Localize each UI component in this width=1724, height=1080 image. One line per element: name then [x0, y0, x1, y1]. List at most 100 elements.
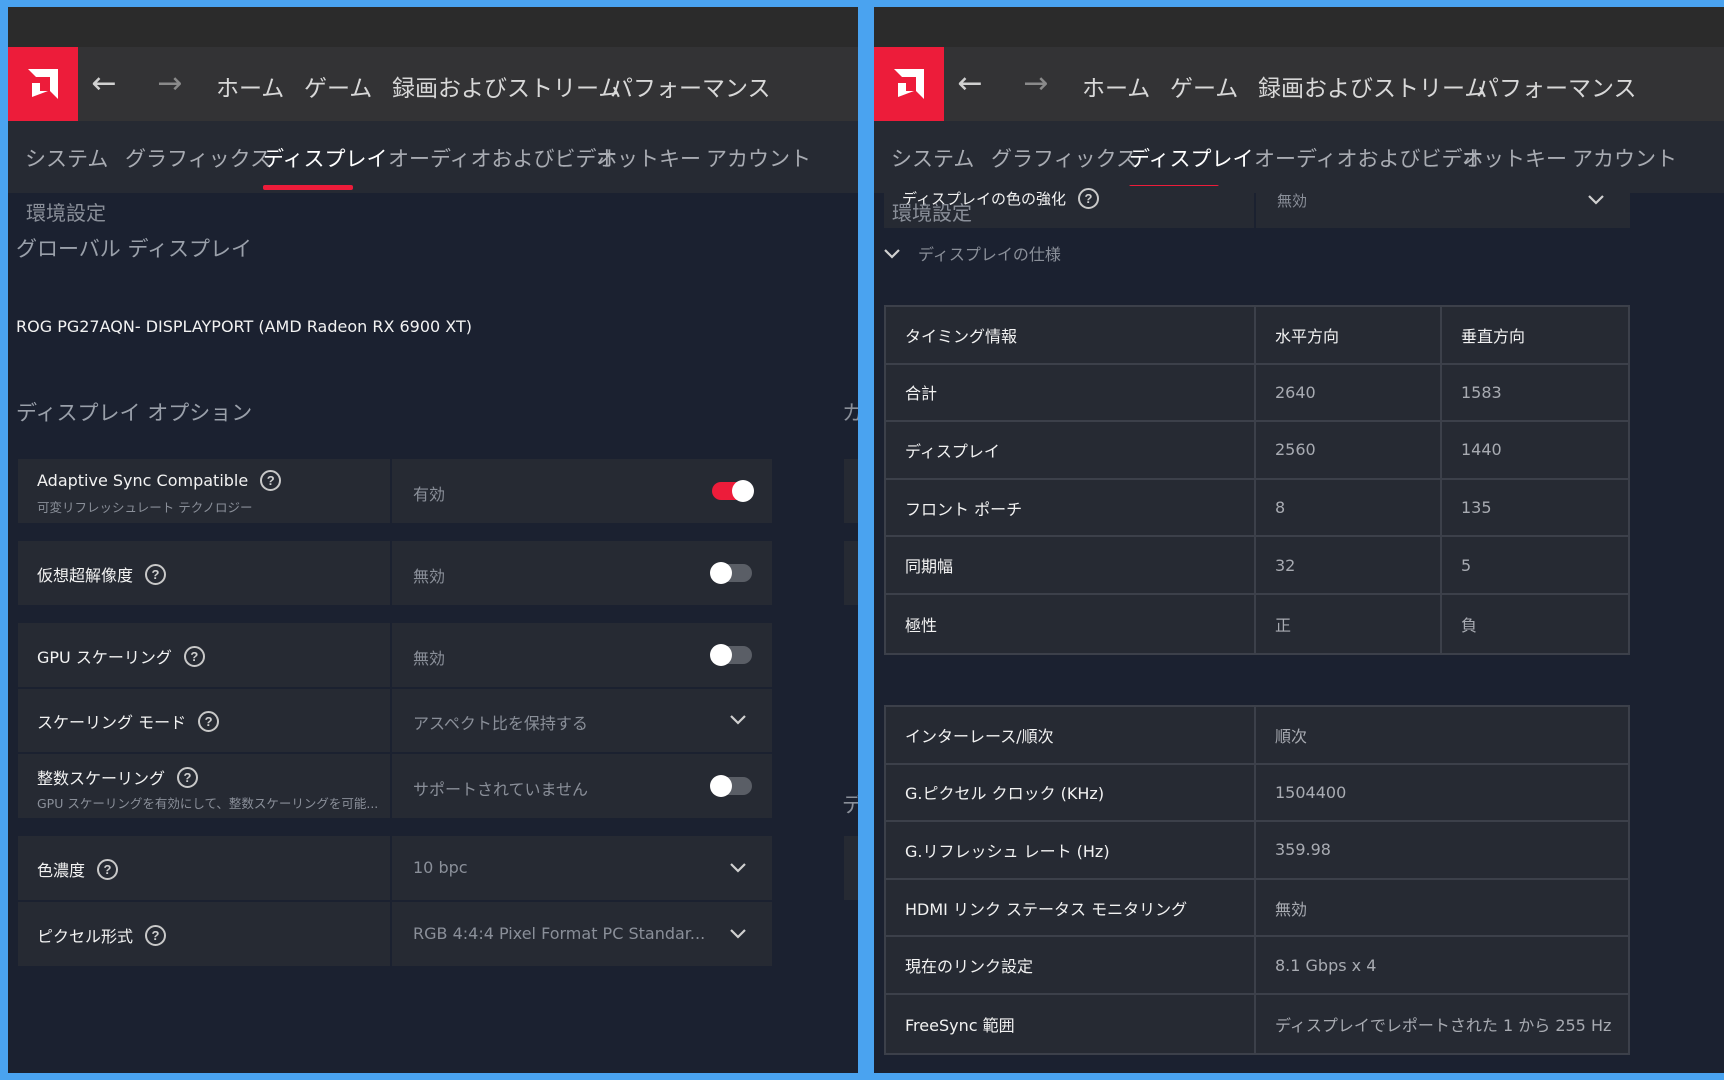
option-value: サポートされていません [413, 780, 589, 799]
option-scaling-mode-value[interactable]: アスペクト比を保持する [392, 689, 772, 752]
help-icon[interactable]: ? [145, 924, 167, 946]
tab-system[interactable]: システム [891, 143, 974, 173]
display-info-table: インターレース/順次 順次 G.ピクセル クロック (KHz) 1504400 … [884, 705, 1630, 1055]
table-row: G.ピクセル クロック (KHz) 1504400 [886, 764, 1628, 823]
chevron-down-icon[interactable] [728, 858, 748, 878]
option-gpu-scaling-label: GPU スケーリング? [18, 623, 390, 687]
table-cell: G.ピクセル クロック (KHz) [886, 764, 1256, 823]
table-cell: 32 [1256, 537, 1442, 595]
display-spec-toggle[interactable]: ディスプレイの仕様 [884, 241, 1061, 265]
table-cell: 2640 [1256, 364, 1442, 423]
preferences-heading: 環境設定 [26, 201, 106, 225]
gpu-scaling-toggle[interactable] [710, 644, 752, 666]
tab-system[interactable]: システム [25, 143, 108, 173]
option-value: 無効 [1277, 192, 1308, 210]
table-row: 現在のリンク設定 8.1 Gbps x 4 [886, 937, 1628, 995]
option-value: アスペクト比を保持する [413, 714, 588, 733]
option-color-depth-value[interactable]: 10 bpc [392, 836, 772, 900]
tab-audio-video[interactable]: オーディオおよびビデオ [388, 143, 618, 173]
tab-display[interactable]: ディスプレイ [263, 143, 388, 173]
amd-logo-icon[interactable] [8, 47, 78, 121]
nav-home[interactable]: ホーム [216, 69, 284, 103]
table-cell: 1440 [1442, 422, 1628, 480]
tab-display[interactable]: ディスプレイ [1129, 143, 1254, 173]
table-cell: インターレース/順次 [886, 707, 1256, 765]
display-content-scrolled: ディスプレイの色の強化? 無効 環境設定 ディスプレイの仕様 タイミング情報 水… [874, 186, 1724, 1073]
tab-graphics[interactable]: グラフィックス [991, 143, 1137, 173]
tab-account[interactable]: アカウント [1572, 143, 1677, 173]
help-icon[interactable]: ? [145, 563, 167, 585]
help-icon[interactable]: ? [177, 766, 199, 788]
tab-hotkeys[interactable]: ホットキー [596, 143, 701, 173]
help-icon[interactable]: ? [198, 710, 220, 732]
table-cell: FreeSync 範囲 [886, 994, 1256, 1053]
chevron-down-icon[interactable] [728, 710, 748, 730]
nav-record-stream[interactable]: 録画およびストリーム [392, 69, 621, 103]
table-cell: 5 [1442, 537, 1628, 595]
arrow-right-icon[interactable]: → [1016, 64, 1056, 104]
table-row: フロント ポーチ 8 135 [886, 479, 1628, 538]
tab-hotkeys[interactable]: ホットキー [1462, 143, 1567, 173]
option-title: 色濃度 [37, 861, 86, 880]
option-vsr-value: 無効 [392, 541, 772, 605]
amd-logo-icon[interactable] [874, 47, 944, 121]
option-title: 仮想超解像度 [37, 566, 134, 585]
table-cell: 無効 [1256, 879, 1628, 938]
display-spec-title: ディスプレイの仕様 [918, 245, 1061, 264]
chevron-down-icon[interactable] [728, 924, 748, 944]
table-cell: 1583 [1442, 364, 1628, 423]
next-column-heading-partial-2: デ [842, 793, 858, 817]
option-title: Adaptive Sync Compatible [37, 471, 249, 490]
monitor-name: ROG PG27AQN- DISPLAYPORT (AMD Radeon RX … [16, 317, 472, 336]
option-adaptive-sync-value: 有効 [392, 459, 772, 523]
tab-account[interactable]: アカウント [706, 143, 811, 173]
table-cell: 359.98 [1256, 822, 1628, 880]
option-pixel-format-value[interactable]: RGB 4:4:4 Pixel Format PC Standar... [392, 902, 772, 966]
option-vsr-label: 仮想超解像度? [18, 541, 390, 605]
help-icon[interactable]: ? [97, 858, 119, 880]
table-header-cell: 垂直方向 [1442, 307, 1628, 365]
help-icon[interactable]: ? [1077, 188, 1099, 209]
nav-performance[interactable]: パフォーマンス [610, 69, 771, 103]
table-cell: 負 [1442, 594, 1628, 653]
adaptive-sync-toggle[interactable] [712, 480, 754, 502]
option-scaling-mode-label: スケーリング モード? [18, 689, 390, 752]
nav-games[interactable]: ゲーム [1170, 69, 1238, 103]
next-column-card-partial [844, 459, 858, 523]
display-options-heading: ディスプレイ オプション [16, 401, 253, 425]
arrow-left-icon[interactable]: ← [84, 64, 124, 104]
tab-audio-video[interactable]: オーディオおよびビデオ [1254, 143, 1484, 173]
table-cell: 8.1 Gbps x 4 [1256, 937, 1628, 995]
table-header-cell: タイミング情報 [886, 307, 1256, 365]
integer-scaling-toggle[interactable] [710, 775, 752, 797]
color-enhance-row: ディスプレイの色の強化? 無効 [884, 186, 1630, 228]
preferences-heading: 環境設定 [892, 201, 972, 225]
option-title: スケーリング モード [37, 713, 187, 732]
vsr-toggle[interactable] [710, 562, 752, 584]
table-cell: 135 [1442, 479, 1628, 538]
table-row: HDMI リンク ステータス モニタリング 無効 [886, 879, 1628, 938]
table-cell: ディスプレイ [886, 422, 1256, 480]
color-enhance-dropdown[interactable]: 無効 [1256, 186, 1630, 228]
table-cell: 8 [1256, 479, 1442, 538]
nav-performance[interactable]: パフォーマンス [1476, 69, 1637, 103]
option-title: 整数スケーリング [37, 769, 166, 788]
top-navigation: ← → ホーム ゲーム 録画およびストリーム パフォーマンス [8, 47, 858, 121]
arrow-left-icon[interactable]: ← [950, 64, 990, 104]
chevron-down-icon [884, 244, 900, 263]
chevron-down-icon[interactable] [1586, 190, 1606, 210]
table-cell: G.リフレッシュ レート (Hz) [886, 822, 1256, 880]
nav-home[interactable]: ホーム [1082, 69, 1150, 103]
nav-games[interactable]: ゲーム [304, 69, 372, 103]
timing-table: タイミング情報 水平方向 垂直方向 合計 2640 1583 ディスプレイ 25… [884, 305, 1630, 655]
table-row: 極性 正 負 [886, 594, 1628, 653]
arrow-right-icon[interactable]: → [150, 64, 190, 104]
nav-record-stream[interactable]: 録画およびストリーム [1258, 69, 1487, 103]
settings-window-right: ← → ホーム ゲーム 録画およびストリーム パフォーマンス システム グラフィ… [874, 7, 1724, 1073]
global-display-heading: グローバル ディスプレイ [16, 237, 252, 261]
table-cell: 同期幅 [886, 537, 1256, 595]
help-icon[interactable]: ? [183, 645, 205, 667]
table-header-cell: 水平方向 [1256, 307, 1442, 365]
help-icon[interactable]: ? [260, 470, 282, 491]
tab-graphics[interactable]: グラフィックス [125, 143, 271, 173]
